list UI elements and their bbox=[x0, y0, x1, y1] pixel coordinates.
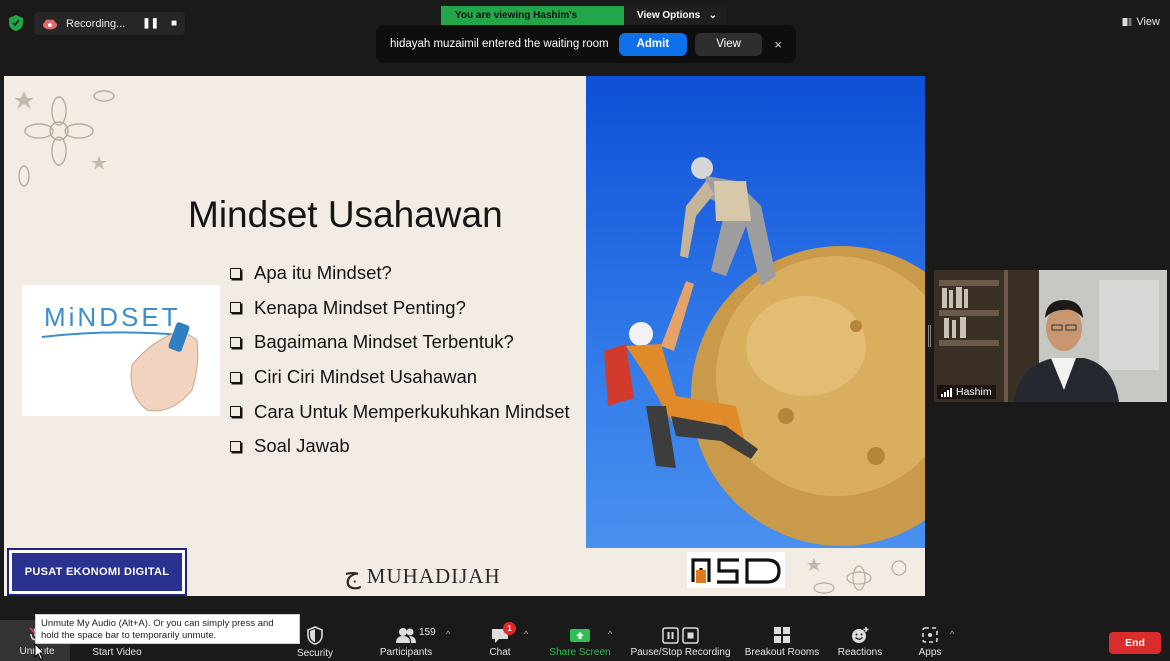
participants-count: 159 bbox=[419, 627, 436, 638]
participants-label: Participants bbox=[379, 647, 433, 658]
cloud-recording-icon bbox=[43, 19, 57, 29]
recording-indicator[interactable]: Recording... ❚❚ ■ bbox=[34, 12, 185, 35]
view-label: View bbox=[1136, 16, 1160, 28]
close-icon[interactable]: × bbox=[774, 37, 782, 52]
checkbox-bullet-icon bbox=[230, 371, 241, 383]
muhadijah-glyph: ج bbox=[344, 560, 361, 589]
view-options-button[interactable]: View Options ⌄ bbox=[624, 6, 727, 25]
panel-resize-handle[interactable] bbox=[928, 325, 931, 347]
bullet-text: Soal Jawab bbox=[254, 435, 350, 457]
pusat-ekonomi-digital-logo: PUSAT EKONOMI DIGITAL bbox=[7, 548, 187, 596]
slide-title: Mindset Usahawan bbox=[188, 194, 503, 235]
chevron-up-icon[interactable]: ^ bbox=[524, 629, 528, 639]
bullet-item: Kenapa Mindset Penting? bbox=[230, 291, 570, 326]
slide-bullet-list: Apa itu Mindset? Kenapa Mindset Penting?… bbox=[230, 256, 570, 464]
hand-with-marker-illustration bbox=[41, 322, 199, 412]
viewing-text: You are viewing Hashim's screen bbox=[441, 6, 624, 40]
waiting-room-notification: hidayah muzaimil entered the waiting roo… bbox=[376, 25, 796, 63]
participant-name-tag: Hashim bbox=[937, 385, 996, 399]
participants-button[interactable]: Participants bbox=[376, 620, 436, 658]
climber-photo bbox=[586, 76, 925, 548]
stop-recording-icon[interactable]: ■ bbox=[171, 18, 177, 29]
waiting-room-message: hidayah muzaimil entered the waiting roo… bbox=[390, 38, 609, 50]
checkbox-bullet-icon bbox=[230, 267, 241, 279]
chat-label: Chat bbox=[489, 647, 511, 658]
chevron-up-icon[interactable]: ^ bbox=[446, 629, 450, 639]
floral-decoration bbox=[14, 90, 115, 187]
view-layout-icon bbox=[1122, 18, 1132, 26]
signal-strength-icon bbox=[941, 387, 952, 397]
participant-name: Hashim bbox=[956, 386, 992, 398]
muhadijah-logo-text: MUHADIJAH bbox=[366, 564, 501, 588]
checkbox-bullet-icon bbox=[230, 336, 241, 348]
breakout-rooms-label: Breakout Rooms bbox=[744, 647, 820, 658]
pause-stop-icon bbox=[661, 627, 699, 644]
apps-icon bbox=[922, 627, 938, 643]
bullet-text: Kenapa Mindset Penting? bbox=[254, 296, 466, 318]
reactions-button[interactable]: Reactions bbox=[836, 620, 884, 658]
shield-icon bbox=[307, 626, 323, 645]
share-screen-button[interactable]: Share Screen bbox=[548, 620, 612, 658]
bullet-text: Apa itu Mindset? bbox=[254, 262, 392, 284]
viewing-banner: You are viewing Hashim's screen View Opt… bbox=[441, 6, 727, 40]
chat-unread-badge: 1 bbox=[503, 622, 516, 635]
participant-video-hashim[interactable]: Hashim bbox=[934, 270, 1167, 402]
breakout-rooms-icon bbox=[774, 627, 790, 643]
bullet-item: Ciri Ciri Mindset Usahawan bbox=[230, 360, 570, 395]
bullet-text: Ciri Ciri Mindset Usahawan bbox=[254, 366, 478, 388]
pause-stop-recording-label: Pause/Stop Recording bbox=[630, 647, 731, 658]
start-video-label: Start Video bbox=[92, 647, 142, 658]
chevron-down-icon: ⌄ bbox=[708, 10, 717, 21]
view-button[interactable]: View bbox=[1122, 16, 1160, 28]
share-screen-label: Share Screen bbox=[549, 647, 611, 658]
zoom-meeting-window: Recording... ❚❚ ■ You are viewing Hashim… bbox=[0, 0, 1170, 661]
share-screen-icon bbox=[570, 629, 590, 642]
chevron-up-icon[interactable]: ^ bbox=[608, 629, 612, 639]
breakout-rooms-button[interactable]: Breakout Rooms bbox=[742, 620, 822, 658]
emoji-plus-icon bbox=[852, 627, 869, 643]
mouse-cursor-icon bbox=[34, 643, 46, 661]
recording-label: Recording... bbox=[66, 17, 126, 30]
floral-decoration-bottom bbox=[799, 548, 925, 596]
apps-label: Apps bbox=[918, 647, 942, 658]
msd-logo bbox=[687, 552, 785, 588]
participant-video-frame bbox=[934, 270, 1167, 402]
pusat-logo-text: PUSAT EKONOMI DIGITAL bbox=[12, 553, 182, 591]
pause-recording-icon[interactable]: ❚❚ bbox=[142, 18, 159, 29]
mindset-image: MiNDSET bbox=[22, 285, 220, 416]
climbers-illustration bbox=[604, 157, 925, 546]
admit-button[interactable]: Admit bbox=[619, 32, 687, 56]
apps-button[interactable]: Apps bbox=[912, 620, 948, 658]
reactions-label: Reactions bbox=[837, 647, 883, 658]
chevron-up-icon[interactable]: ^ bbox=[950, 629, 954, 639]
view-options-label: View Options bbox=[637, 10, 701, 21]
unmute-tooltip: Unmute My Audio (Alt+A). Or you can simp… bbox=[35, 614, 300, 644]
view-waiting-room-button[interactable]: View bbox=[694, 32, 763, 56]
bullet-text: Bagaimana Mindset Terbentuk? bbox=[254, 331, 514, 353]
shield-icon[interactable] bbox=[8, 14, 24, 32]
shared-screen-slide: Mindset Usahawan Apa itu Mindset? Kenapa… bbox=[4, 76, 925, 596]
bullet-item: Bagaimana Mindset Terbentuk? bbox=[230, 325, 570, 360]
checkbox-bullet-icon bbox=[230, 440, 241, 452]
end-meeting-button[interactable]: End bbox=[1109, 632, 1161, 654]
bullet-item: Cara Untuk Memperkukuhkan Mindset bbox=[230, 394, 570, 429]
bullet-text: Cara Untuk Memperkukuhkan Mindset bbox=[254, 400, 570, 422]
checkbox-bullet-icon bbox=[230, 406, 241, 418]
muhadijah-logo: ج MUHADIJAH bbox=[344, 560, 501, 590]
checkbox-bullet-icon bbox=[230, 302, 241, 314]
bullet-item: Soal Jawab bbox=[230, 429, 570, 464]
pause-stop-recording-button[interactable]: Pause/Stop Recording bbox=[628, 620, 733, 658]
security-label: Security bbox=[296, 648, 334, 659]
participants-icon bbox=[396, 628, 416, 643]
bullet-item: Apa itu Mindset? bbox=[230, 256, 570, 291]
